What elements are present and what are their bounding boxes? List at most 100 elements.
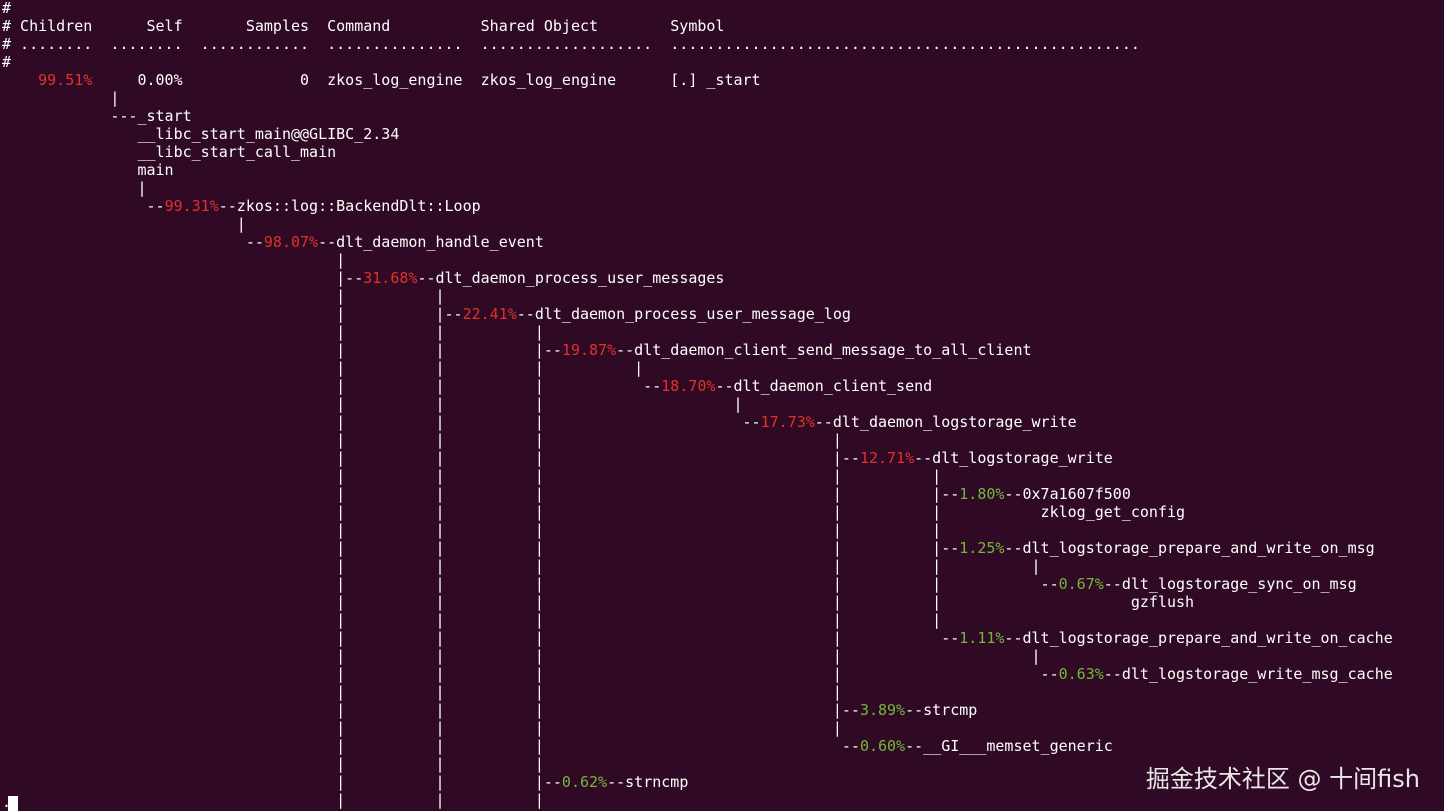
line-text: | [2,179,147,197]
terminal-line: # [2,53,11,71]
line-text: | [2,89,120,107]
line-text: __libc_start_main@@GLIBC_2.34 [2,125,400,143]
line-text: | | | |-- [2,449,860,467]
line-text: main [2,161,174,179]
terminal-line: ---_start [2,107,192,125]
line-text: ---_start [2,107,192,125]
line-text: | [2,215,246,233]
line-text: --dlt_daemon_process_user_message_log [516,305,851,323]
percentage-value: 0.63% [1058,665,1104,683]
line-text: | | | | |-- [2,485,960,503]
percentage-value: 18.70% [661,377,716,395]
terminal-line: --98.07%--dlt_daemon_handle_event [2,233,544,251]
line-text: -- [2,233,264,251]
terminal-line: | | |--19.87%--dlt_daemon_client_send_me… [2,341,1031,359]
line-text [2,71,38,89]
terminal-line: |--31.68%--dlt_daemon_process_user_messa… [2,269,724,287]
line-text: --dlt_daemon_logstorage_write [814,413,1077,431]
terminal-line: | | | | | --0.67%--dlt_logstorage_sync_o… [2,575,1357,593]
terminal-line: # [2,0,11,17]
line-text: | | [2,287,445,305]
percentage-value: 0.60% [859,737,906,755]
line-text: --dlt_daemon_process_user_messages [417,269,725,287]
line-text: | | | | | gzflush [2,593,1195,611]
line-text: # [2,53,12,71]
watermark: 掘金技术社区 @ 十间fish [1145,765,1420,793]
line-text: --zkos::log::BackendDlt::Loop [218,197,481,215]
terminal-line: | | | --0.60%--__GI___memset_generic [2,737,1113,755]
terminal-line: | | | | |--1.80%--0x7a1607f500 [2,485,1131,503]
terminal-line: | | | [2,791,544,809]
line-text: | | | | | [2,611,942,629]
line-text: | |-- [2,305,463,323]
line-text: | | | | [2,395,743,413]
percentage-value: 3.89% [859,701,906,719]
line-text: | | | |-- [2,701,860,719]
line-text: --dlt_logstorage_sync_on_msg [1103,575,1357,593]
terminal-window[interactable]: # # Children Self Samples Command Shared … [0,0,1444,811]
percentage-value: 99.51% [38,71,93,89]
line-text: | | | [2,323,544,341]
line-text: -- [2,197,165,215]
percentage-value: 12.71% [859,449,915,467]
terminal-line: | [2,89,119,107]
terminal-line: | | | | | gzflush [2,593,1194,611]
terminal-line: | | | | [2,431,842,449]
line-text: | | |-- [2,341,562,359]
terminal-line: | | | | | | [2,557,1041,575]
line-text: | | | | -- [2,629,960,647]
terminal-line: | | | [2,755,544,773]
terminal-line: | | | |--3.89%--strcmp [2,701,977,719]
line-text: | | | -- [2,377,662,395]
line-text: | | | | | [2,647,1041,665]
line-text: | | | [2,755,544,773]
line-text: | | | [2,791,544,809]
line-text: --__GI___memset_generic [905,737,1113,755]
line-text: |-- [2,269,364,287]
line-text: | | | | | [2,467,942,485]
terminal-line: | | | --17.73%--dlt_daemon_logstorage_wr… [2,413,1077,431]
percentage-value: 22.41% [462,305,517,323]
terminal-line: | | | | [2,359,643,377]
line-text: --dlt_logstorage_write_msg_cache [1103,665,1393,683]
terminal-cursor [8,796,18,811]
percentage-value: 1.80% [959,485,1005,503]
line-text: | | | | |-- [2,539,960,557]
line-text: | | | | [2,359,644,377]
percentage-value: 0.62% [561,773,608,791]
line-text: | [2,251,346,269]
line-text: | | | | [2,683,842,701]
line-text: 0.00% 0 zkos_log_engine zkos_log_engine … [92,71,761,89]
terminal-line: | | | [2,323,544,341]
line-text: --strcmp [905,701,978,719]
line-text: --dlt_logstorage_prepare_and_write_on_ms… [1004,539,1375,557]
percentage-value: 19.87% [561,341,617,359]
terminal-line: | | | | | [2,521,941,539]
terminal-line: | | | | [2,683,842,701]
terminal-line: | | | | --1.11%--dlt_logstorage_prepare_… [2,629,1393,647]
terminal-line: | | |--0.62%--strncmp [2,773,688,791]
terminal-line: 99.51% 0.00% 0 zkos_log_engine zkos_log_… [2,71,761,89]
line-text: | | | | | | [2,557,1041,575]
line-text: | | |-- [2,773,562,791]
line-text: --dlt_daemon_handle_event [318,233,544,251]
line-text: | | | -- [2,737,860,755]
terminal-line: # Children Self Samples Command Shared O… [2,17,724,35]
terminal-line: main [2,161,174,179]
line-text: | | | -- [2,413,761,431]
percentage-value: 99.31% [164,197,219,215]
percentage-value: 1.11% [959,629,1005,647]
terminal-line: | [2,251,345,269]
line-text: | | | | | -- [2,575,1059,593]
terminal-line: | |--22.41%--dlt_daemon_process_user_mes… [2,305,851,323]
line-text: --dlt_logstorage_write [914,449,1113,467]
line-text: # Children Self Samples Command Shared O… [2,17,725,35]
terminal-line: | | | | | [2,611,941,629]
terminal-line: | | | | |--1.25%--dlt_logstorage_prepare… [2,539,1375,557]
terminal-line: --99.31%--zkos::log::BackendDlt::Loop [2,197,481,215]
percentage-value: 0.67% [1058,575,1104,593]
line-text: --dlt_logstorage_prepare_and_write_on_ca… [1004,629,1393,647]
terminal-line: __libc_start_main@@GLIBC_2.34 [2,125,399,143]
line-text: | | | | -- [2,665,1059,683]
line-text: # [2,0,12,17]
